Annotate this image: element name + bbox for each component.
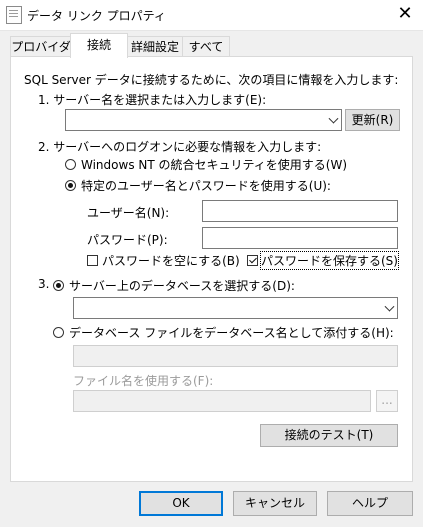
chevron-down-icon [328,113,339,124]
specific-user-radio[interactable] [65,180,76,191]
tab-provider[interactable]: プロバイダー [10,36,72,74]
intro-text: SQL Server データに接続するために、次の項目に情報を入力します: [24,73,399,87]
test-connection-button[interactable]: 接続のテスト(T) [260,424,398,447]
refresh-button[interactable]: 更新(R) [345,109,400,131]
ok-button[interactable]: OK [139,491,223,516]
window-title: データ リンク プロパティ [27,9,166,23]
filename-label: ファイル名を使用する(F): [73,374,214,388]
step2-label: 2. サーバーへのログオンに必要な情報を入力します: [38,140,322,154]
step3-number: 3. [38,277,50,291]
specific-user-label: 特定のユーザー名とパスワードを使用する(U): [81,179,331,193]
nt-security-label: Windows NT の統合セキュリティを使用する(W) [81,158,348,172]
tab-connection[interactable]: 接続 [70,33,128,58]
close-icon[interactable]: ✕ [390,2,420,26]
blank-password-checkbox[interactable] [87,255,98,266]
attach-db-radio[interactable] [53,327,64,338]
browse-button[interactable]: ... [376,390,398,412]
save-password-label: パスワードを保存する(S) [260,251,399,270]
cancel-button[interactable]: キャンセル [233,491,317,516]
blank-password-label: パスワードを空にする(B) [102,254,240,268]
chevron-down-icon [384,301,395,312]
save-password-checkbox[interactable] [247,255,258,266]
filename-input[interactable] [73,390,371,412]
attach-db-label: データベース ファイルをデータベース名として添付する(H): [69,326,394,340]
username-label: ユーザー名(N): [87,206,170,220]
help-button[interactable]: ヘルプ [327,491,413,516]
tab-advanced[interactable]: 詳細設定 [126,36,184,57]
username-input[interactable] [202,200,398,222]
password-label: パスワード(P): [87,233,168,247]
step1-label: 1. サーバー名を選択または入力します(E): [38,93,267,107]
server-name-combo[interactable] [65,109,342,131]
select-db-label: サーバー上のデータベースを選択する(D): [69,279,295,293]
app-icon [6,6,22,24]
select-db-radio[interactable] [53,280,64,291]
password-input[interactable] [202,227,398,249]
database-combo[interactable] [73,297,398,319]
tab-all[interactable]: すべて [182,36,230,57]
nt-security-radio[interactable] [65,159,76,170]
attach-db-input[interactable] [73,345,398,367]
